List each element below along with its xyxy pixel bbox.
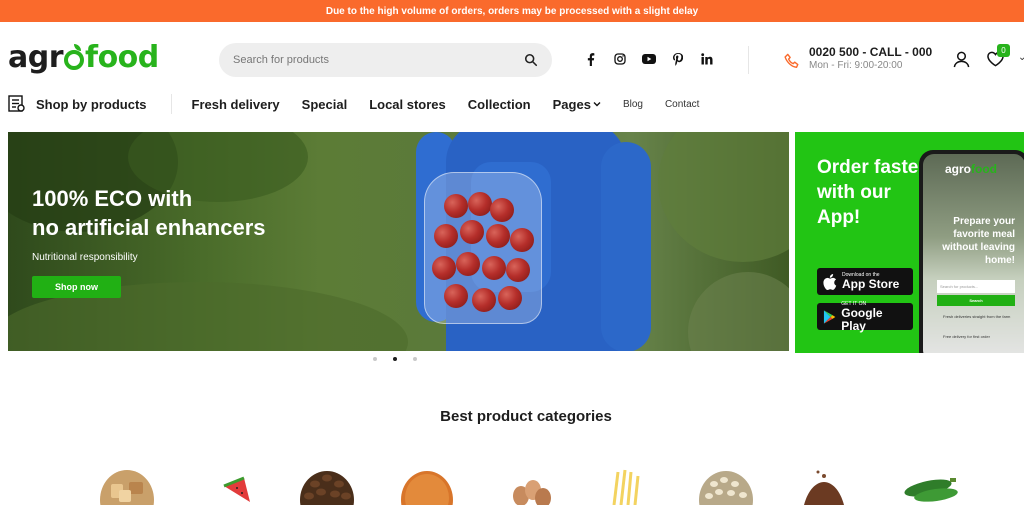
category-image-eggs[interactable]: [507, 468, 553, 505]
nav-link-pages-label: Pages: [552, 96, 591, 112]
google-play-label: Google Play: [841, 305, 883, 333]
phone-mockup-image: agrofood Prepare your favorite meal with…: [919, 150, 1024, 353]
app-store-button[interactable]: Download on the App Store: [817, 268, 913, 295]
main-navigation: Shop by products Fresh delivery Special …: [8, 92, 1018, 116]
social-links: [584, 52, 714, 66]
nav-link-collection[interactable]: Collection: [468, 97, 531, 112]
phone-logo: agrofood: [945, 162, 998, 176]
category-image-snacks[interactable]: [99, 468, 155, 505]
chevron-down-icon: [593, 102, 601, 107]
announcement-text: Due to the high volume of orders, orders…: [325, 5, 699, 17]
instagram-icon[interactable]: [613, 52, 627, 66]
category-image-lentils[interactable]: [400, 468, 454, 505]
logo-text-agro: agr: [8, 40, 64, 75]
search-bar: [219, 43, 552, 77]
app-promo-title: Order faster with our App!: [817, 157, 926, 228]
nav-divider: [170, 94, 172, 114]
phone-feature-1: Fresh deliveries straight from the farm: [943, 314, 1011, 319]
nav-link-local-stores[interactable]: Local stores: [369, 97, 446, 112]
wishlist-count-badge: 0: [997, 44, 1010, 57]
hero-slider[interactable]: 100% ECO with no artificial enhancers Nu…: [8, 132, 789, 351]
announcement-bar: Due to the high volume of orders, orders…: [0, 0, 1024, 22]
hero-title-line-1: 100% ECO with: [32, 186, 193, 211]
contact-info[interactable]: 0020 500 - CALL - 000 Mon - Fri: 9:00-20…: [784, 45, 932, 73]
category-image-spices[interactable]: [800, 468, 848, 505]
shop-now-button[interactable]: Shop now: [32, 276, 121, 298]
youtube-icon[interactable]: [642, 52, 656, 66]
hero-subtitle: Nutritional responsibility: [32, 252, 138, 263]
logo-leaf-icon: [64, 44, 85, 70]
categories-section-title: Best product categories: [440, 408, 612, 425]
header-divider: [748, 46, 749, 74]
site-logo[interactable]: agr food: [8, 40, 159, 75]
slider-dot[interactable]: [413, 357, 417, 361]
linkedin-icon[interactable]: [700, 52, 714, 66]
phone-headline: Prepare your favorite meal without leavi…: [942, 216, 1015, 266]
category-carousel: [0, 468, 1024, 505]
app-store-label: App Store: [842, 277, 900, 291]
chevron-down-icon[interactable]: ⌄: [1018, 52, 1024, 63]
phone-feature-2: Free delivery for first order: [943, 334, 990, 339]
slider-dot[interactable]: [373, 357, 377, 361]
foliage-decoration: [688, 272, 789, 351]
nav-link-blog[interactable]: Blog: [623, 99, 643, 110]
search-input[interactable]: [233, 54, 524, 66]
phone-icon: [784, 53, 799, 68]
slider-dot-active[interactable]: [393, 357, 397, 361]
slider-pagination: [373, 357, 417, 361]
category-image-pasta[interactable]: [608, 468, 646, 505]
category-image-vegetables[interactable]: [902, 468, 960, 505]
hero-title-line-2: no artificial enhancers: [32, 215, 266, 240]
facebook-icon[interactable]: [584, 52, 598, 66]
phone-search-button: Search: [937, 295, 1015, 306]
app-promo-banner[interactable]: Order faster with our App! Download on t…: [795, 132, 1024, 353]
nav-link-contact[interactable]: Contact: [665, 99, 699, 110]
opening-hours: Mon - Fri: 9:00-20:00: [809, 60, 903, 71]
nav-link-pages[interactable]: Pages: [553, 97, 601, 112]
google-play-button[interactable]: GET IT ON Google Play: [817, 301, 913, 333]
phone-number[interactable]: 0020 500 - CALL - 000: [809, 45, 932, 59]
google-play-icon: [823, 309, 836, 324]
hero-title: 100% ECO with no artificial enhancers: [32, 184, 332, 242]
farmer-with-apples-image: [386, 132, 686, 351]
category-image-beans[interactable]: [698, 468, 754, 505]
nav-link-fresh-delivery[interactable]: Fresh delivery: [192, 97, 280, 112]
catalog-icon: [8, 95, 25, 112]
phone-search-field: Search for products...: [937, 280, 1015, 293]
user-account-icon[interactable]: [953, 51, 970, 68]
category-image-fruits[interactable]: [220, 468, 254, 505]
nav-link-special[interactable]: Special: [302, 97, 348, 112]
shop-by-products-label: Shop by products: [36, 96, 147, 112]
logo-text-food: food: [85, 40, 159, 75]
search-icon[interactable]: [524, 53, 538, 67]
apple-icon: [823, 273, 837, 290]
shop-by-products-menu[interactable]: Shop by products: [8, 95, 147, 113]
pinterest-icon[interactable]: [671, 52, 685, 66]
category-image-coffee[interactable]: [299, 468, 355, 505]
